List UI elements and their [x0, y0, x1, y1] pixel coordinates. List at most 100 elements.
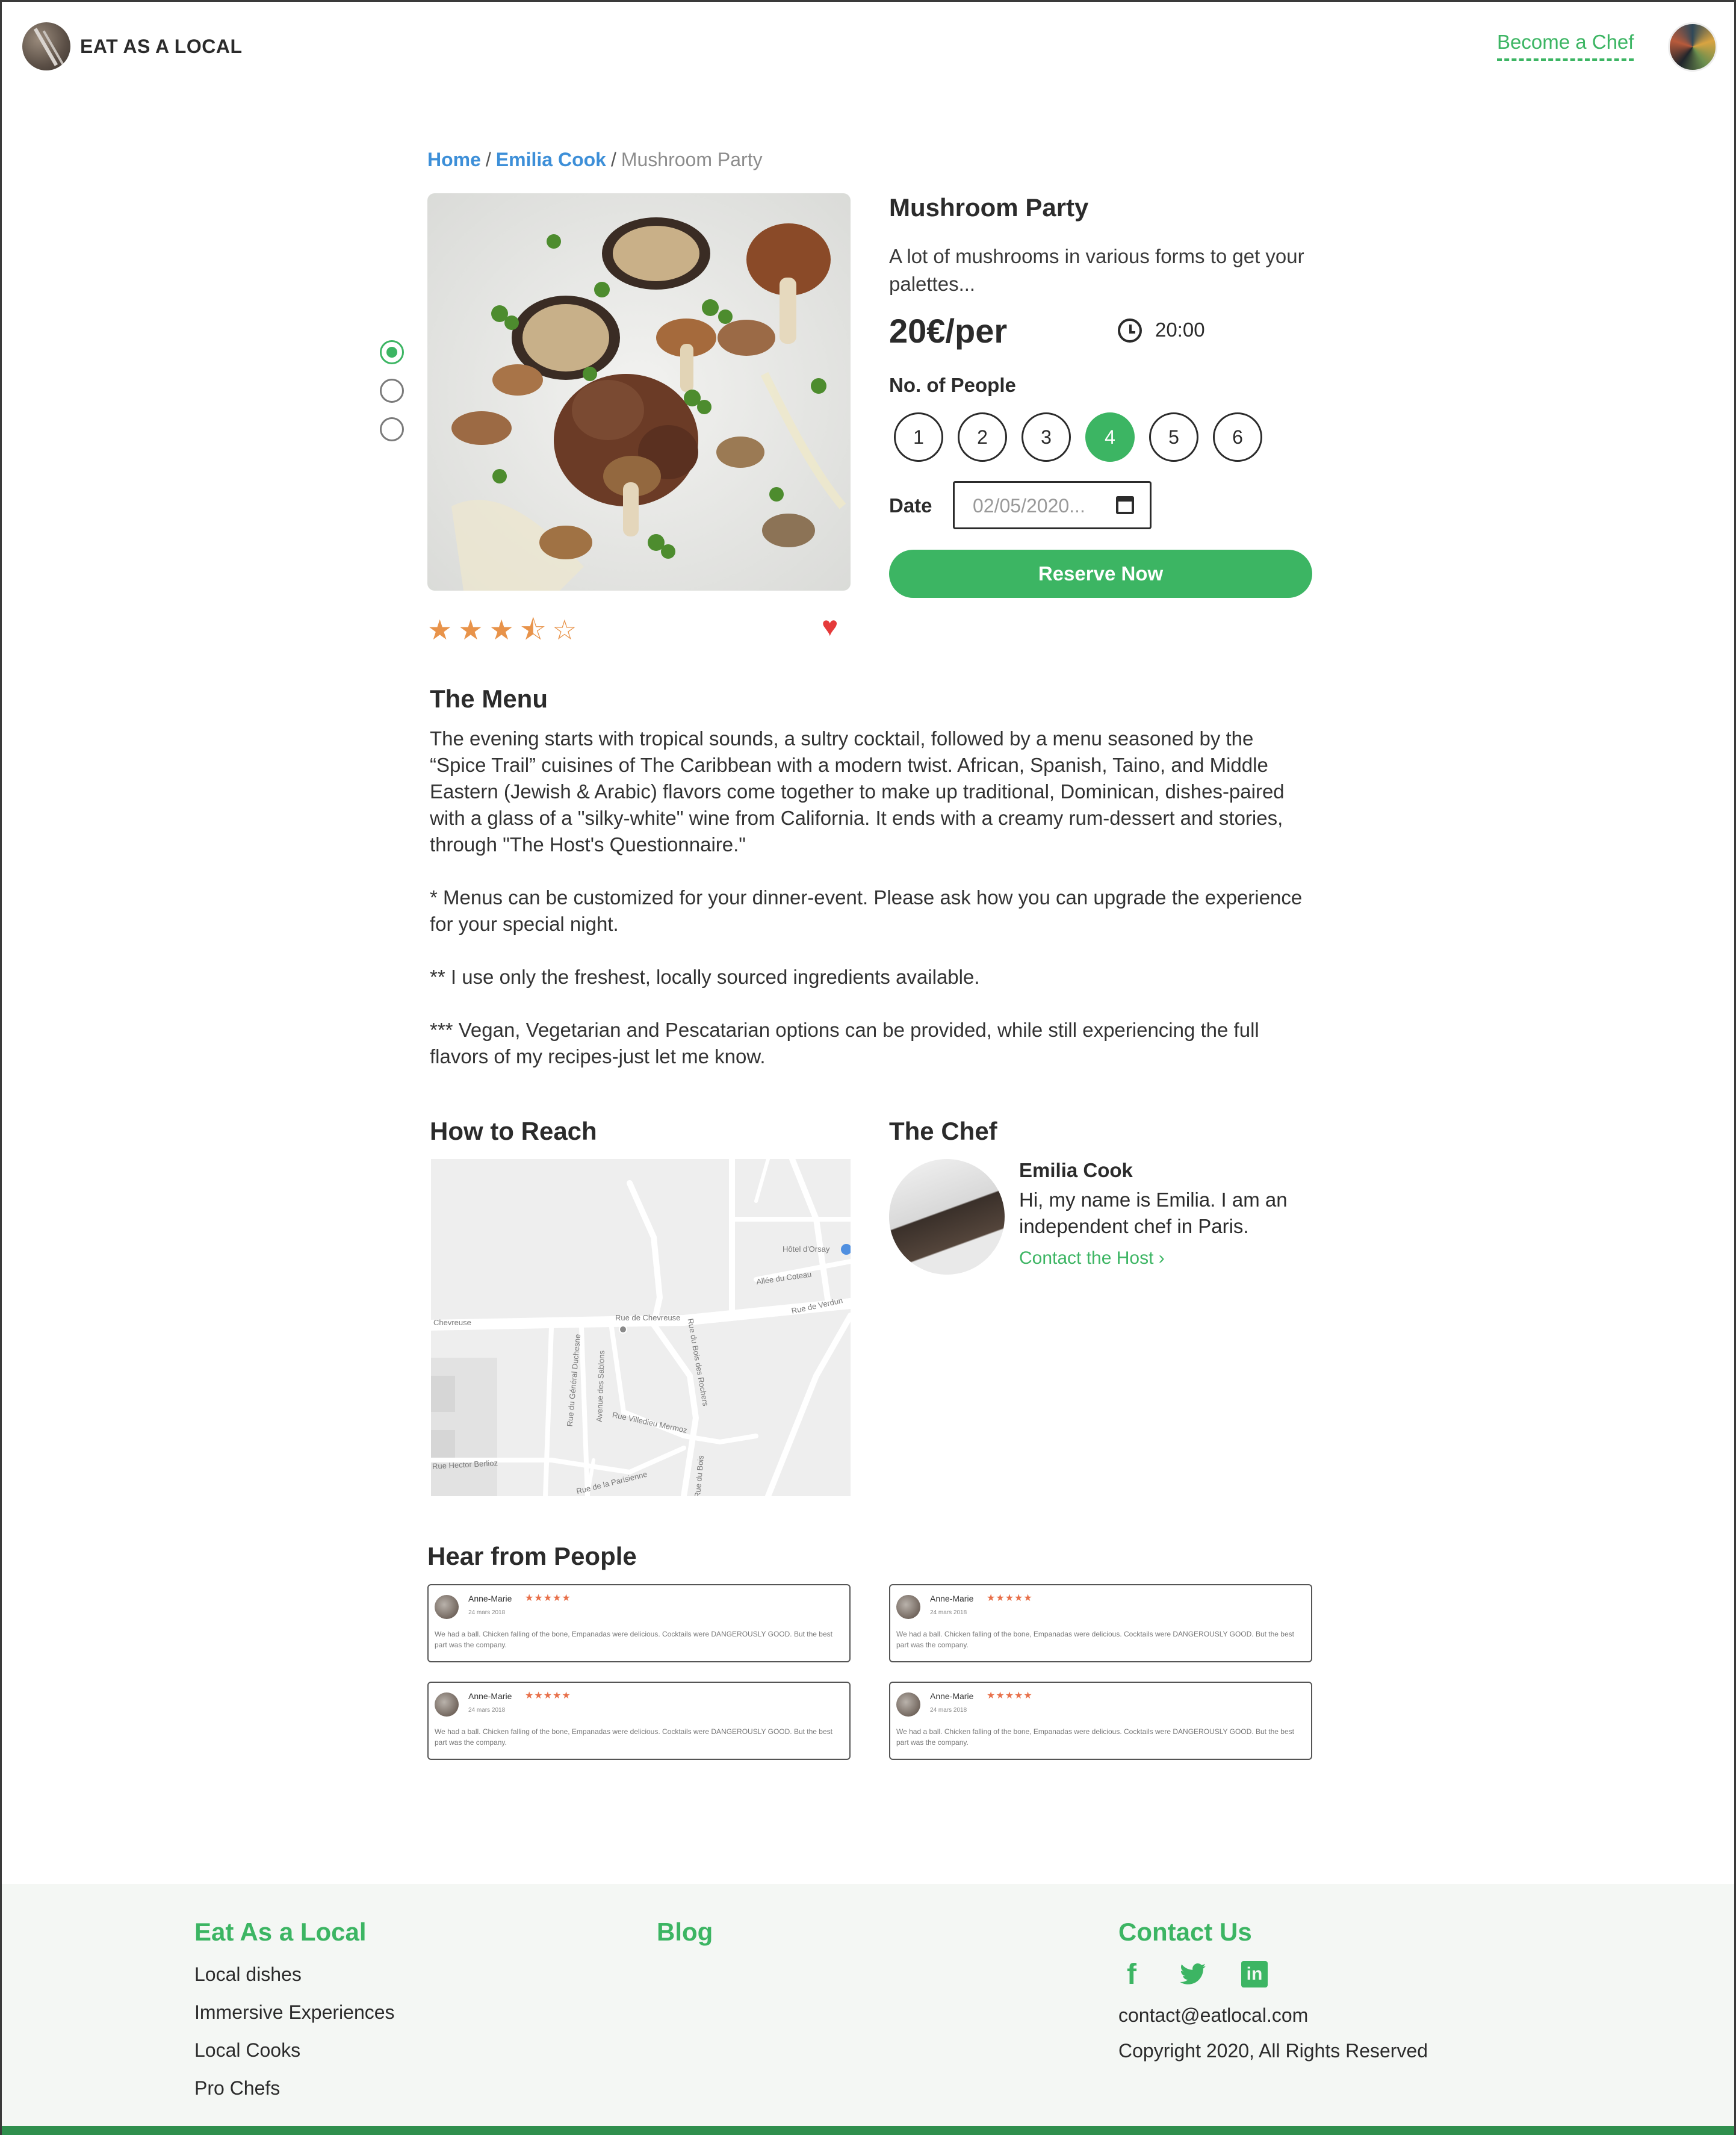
brand-name[interactable]: EAT AS A LOCAL [80, 36, 243, 58]
dish-photo [427, 193, 851, 591]
review-date: 24 mars 2018 [468, 1609, 506, 1616]
breadcrumb-separator: / [610, 149, 616, 170]
facebook-icon[interactable]: f [1118, 1959, 1145, 1990]
map-roads [431, 1159, 851, 1496]
contact-host-label: Contact the Host [1019, 1248, 1154, 1268]
review-stars: ★★★★★ [525, 1593, 571, 1603]
breadcrumb-home[interactable]: Home [427, 149, 481, 170]
map-label: Hôtel d'Orsay [783, 1245, 830, 1254]
review-card: Anne-Marie ★★★★★ 24 mars 2018 We had a b… [427, 1584, 851, 1662]
image-carousel-dots [380, 340, 404, 456]
menu-paragraph: The evening starts with tropical sounds,… [430, 727, 1285, 856]
menu-title: The Menu [430, 685, 548, 713]
logo-icon[interactable] [22, 22, 70, 70]
review-text: We had a ball. Chicken falling of the bo… [896, 1630, 1294, 1649]
user-avatar[interactable] [1668, 22, 1717, 72]
menu-section: The Menu The evening starts with tropica… [430, 685, 1315, 1096]
date-label: Date [889, 494, 932, 517]
review-date: 24 mars 2018 [930, 1609, 967, 1616]
people-option-5[interactable]: 5 [1149, 412, 1198, 462]
review-card: Anne-Marie ★★★★★ 24 mars 2018 We had a b… [889, 1584, 1312, 1662]
twitter-icon[interactable] [1180, 1960, 1206, 1989]
chef-bio: Hi, my name is Emilia. I am an independe… [1019, 1189, 1288, 1237]
people-selector: 1 2 3 4 5 6 [889, 412, 1314, 462]
footer: Eat As a Local Local dishes Immersive Ex… [2, 1884, 1734, 2135]
clock-icon [1118, 319, 1142, 343]
event-time: 20:00 [1155, 319, 1205, 341]
map-label: Rue de Chevreuse [615, 1313, 681, 1322]
review-text: We had a ball. Chicken falling of the bo… [435, 1727, 832, 1747]
price: 20€/per [889, 312, 1008, 350]
review-text: We had a ball. Chicken falling of the bo… [896, 1727, 1294, 1747]
reviewer-name: Anne-Marie [468, 1691, 512, 1701]
menu-paragraph: * Menus can be customized for your dinne… [430, 886, 1303, 935]
footer-col-blog: Blog [657, 1918, 713, 1947]
review-date: 24 mars 2018 [468, 1707, 506, 1714]
footer-link-pro-chefs[interactable]: Pro Chefs [194, 2077, 395, 2099]
reserve-button[interactable]: Reserve Now [889, 550, 1312, 598]
footer-col-about: Eat As a Local Local dishes Immersive Ex… [194, 1918, 395, 2099]
date-row: Date 02/05/2020... [889, 481, 1314, 529]
review-stars: ★★★★★ [987, 1593, 1033, 1603]
people-option-1[interactable]: 1 [894, 412, 943, 462]
dish-illustration [451, 217, 846, 591]
carousel-dot-3[interactable] [380, 417, 404, 441]
breadcrumb-chef[interactable]: Emilia Cook [496, 149, 606, 170]
breadcrumb: Home / Emilia Cook / Mushroom Party [427, 149, 763, 171]
reviewer-avatar [896, 1595, 920, 1619]
contact-email[interactable]: contact@eatlocal.com [1118, 2004, 1428, 2027]
menu-body: The evening starts with tropical sounds,… [430, 726, 1315, 1070]
chef-title: The Chef [889, 1117, 997, 1145]
dish-description: A lot of mushrooms in various forms to g… [889, 245, 1304, 295]
carousel-dot-1[interactable] [380, 340, 404, 364]
contact-host-link[interactable]: Contact the Host › [1019, 1248, 1165, 1269]
footer-link-immersive[interactable]: Immersive Experiences [194, 2001, 395, 2024]
reviewer-avatar [896, 1692, 920, 1717]
breadcrumb-separator: / [485, 149, 491, 170]
reviews-title: Hear from People [427, 1542, 637, 1570]
menu-paragraph: *** Vegan, Vegetarian and Pescatarian op… [430, 1019, 1259, 1068]
review-card: Anne-Marie ★★★★★ 24 mars 2018 We had a b… [427, 1682, 851, 1760]
breadcrumb-current: Mushroom Party [621, 149, 763, 170]
rating-stars: ★★★⯪☆ [427, 614, 583, 645]
social-links: f in [1118, 1959, 1428, 1990]
reviewer-avatar [435, 1692, 459, 1717]
footer-title-brand: Eat As a Local [194, 1918, 367, 1946]
reviewer-avatar [435, 1595, 459, 1619]
copyright: Copyright 2020, All Rights Reserved [1118, 2040, 1428, 2062]
footer-link-local-dishes[interactable]: Local dishes [194, 1963, 395, 1986]
date-value: 02/05/2020... [973, 495, 1085, 517]
footer-link-local-cooks[interactable]: Local Cooks [194, 2039, 395, 2062]
people-option-3[interactable]: 3 [1021, 412, 1071, 462]
people-option-2[interactable]: 2 [958, 412, 1007, 462]
calendar-icon[interactable] [1116, 496, 1134, 514]
chef-photo[interactable] [889, 1159, 1005, 1275]
review-stars: ★★★★★ [987, 1691, 1033, 1701]
people-option-6[interactable]: 6 [1213, 412, 1262, 462]
chevron-right-icon: › [1158, 1248, 1165, 1268]
date-input[interactable]: 02/05/2020... [953, 481, 1152, 529]
reviewer-name: Anne-Marie [930, 1691, 974, 1701]
top-nav: EAT AS A LOCAL Become a Chef [2, 2, 1734, 92]
footer-bar [2, 2126, 1734, 2135]
reviewer-name: Anne-Marie [930, 1594, 974, 1603]
map-pin-icon[interactable] [619, 1325, 627, 1334]
reach-title: How to Reach [430, 1117, 597, 1145]
chef-name: Emilia Cook [1019, 1159, 1133, 1181]
booking-panel: Mushroom Party A lot of mushrooms in var… [889, 193, 1314, 598]
dish-title: Mushroom Party [889, 193, 1089, 222]
review-stars: ★★★★★ [525, 1691, 571, 1701]
footer-col-contact: Contact Us f in contact@eatlocal.com Cop… [1118, 1918, 1428, 2062]
heart-icon[interactable]: ♥ [822, 610, 838, 642]
map-label: Chevreuse [433, 1318, 471, 1327]
people-option-4[interactable]: 4 [1085, 412, 1135, 462]
review-text: We had a ball. Chicken falling of the bo… [435, 1630, 832, 1649]
people-label: No. of People [889, 374, 1016, 396]
footer-title-blog[interactable]: Blog [657, 1918, 713, 1946]
become-chef-link[interactable]: Become a Chef [1497, 31, 1634, 61]
carousel-dot-2[interactable] [380, 379, 404, 403]
footer-title-contact: Contact Us [1118, 1918, 1252, 1946]
review-card: Anne-Marie ★★★★★ 24 mars 2018 We had a b… [889, 1682, 1312, 1760]
linkedin-icon[interactable]: in [1241, 1961, 1268, 1987]
location-map[interactable]: Hôtel d'Orsay Allée du Coteau Rue de Ver… [431, 1159, 851, 1496]
